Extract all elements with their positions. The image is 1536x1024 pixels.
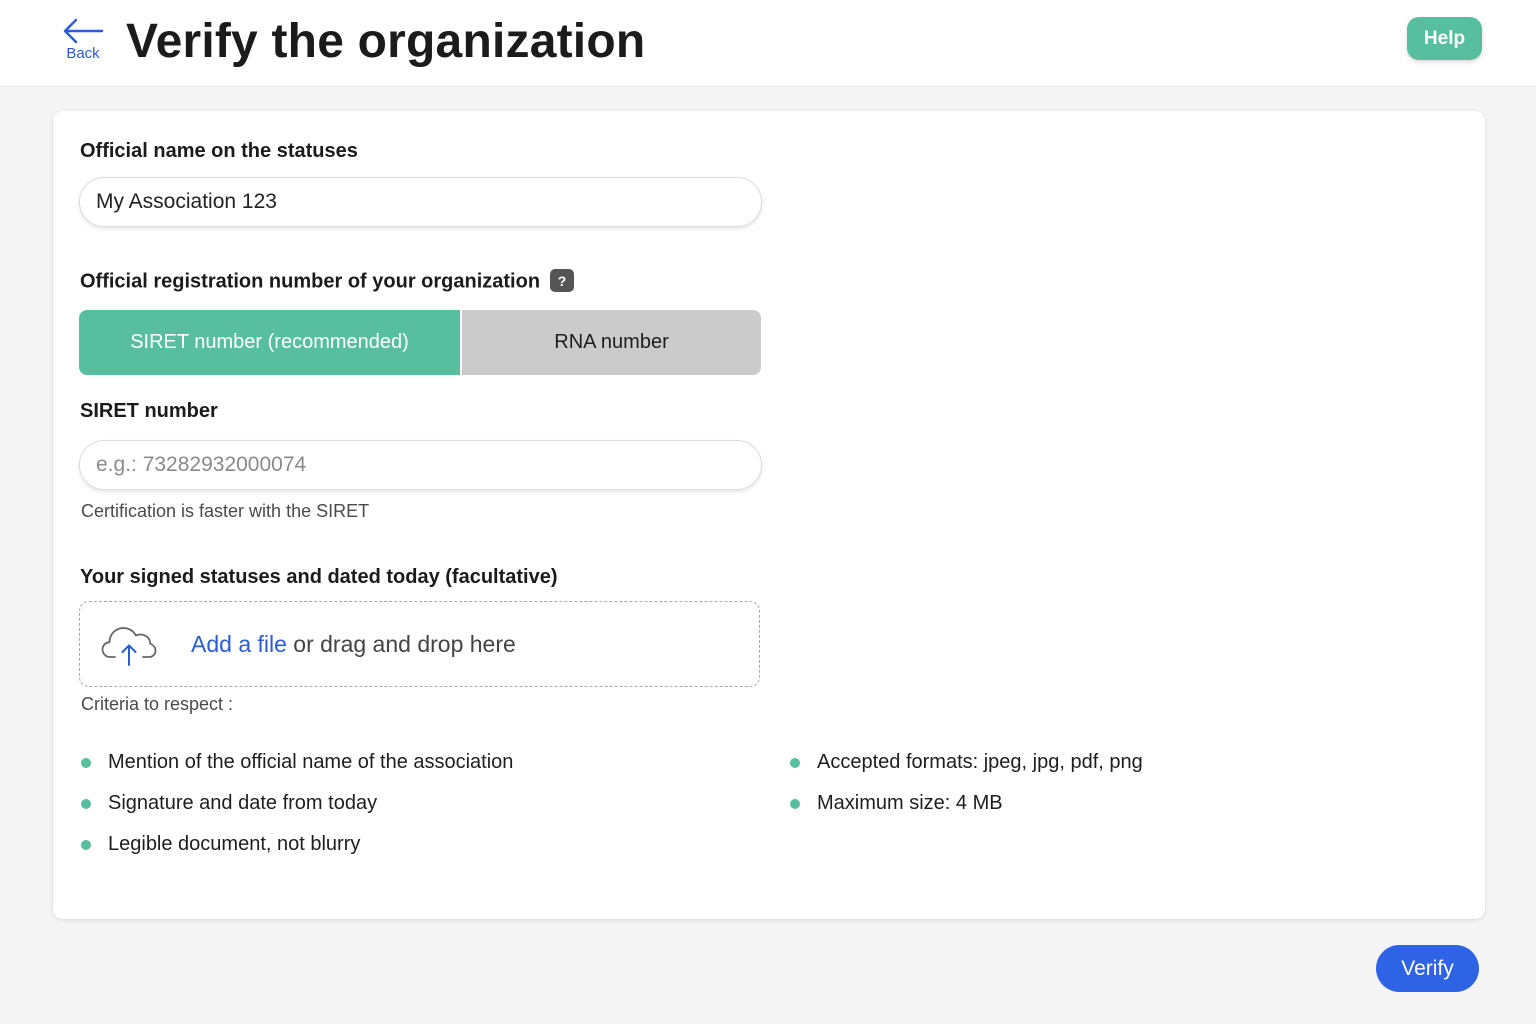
cloud-upload-icon xyxy=(101,627,157,666)
criteria-item-text: Signature and date from today xyxy=(108,792,378,814)
official-name-label: Official name on the statuses xyxy=(80,140,358,162)
file-dropzone[interactable]: Add a file or drag and drop here xyxy=(79,601,760,687)
siret-input[interactable] xyxy=(79,440,762,490)
help-question-icon[interactable]: ? xyxy=(550,269,575,292)
add-file-link[interactable]: Add a file xyxy=(191,631,287,657)
criteria-item: Legible document, not blurry xyxy=(81,833,360,856)
dropzone-text: Add a file or drag and drop here xyxy=(191,631,516,658)
rna-option-button[interactable]: RNA number xyxy=(462,310,761,375)
criteria-item: Mention of the official name of the asso… xyxy=(81,751,513,774)
criteria-item-text: Maximum size: 4 MB xyxy=(817,792,1003,814)
registration-label-text: Official registration number of your org… xyxy=(80,270,541,293)
bullet-dot xyxy=(81,839,91,850)
upload-label: Your signed statuses and dated today (fa… xyxy=(80,566,558,588)
criteria-item-text: Mention of the official name of the asso… xyxy=(108,751,514,773)
bullet-dot xyxy=(790,757,800,768)
page-title: Verify the organization xyxy=(126,15,646,68)
criteria-item: Maximum size: 4 MB xyxy=(790,792,1003,815)
back-label: Back xyxy=(66,45,100,62)
form-card: Official name on the statuses Official r… xyxy=(53,111,1485,919)
criteria-item-text: Accepted formats: jpeg, jpg, pdf, png xyxy=(817,751,1143,773)
criteria-item: Signature and date from today xyxy=(81,792,377,815)
arrow-left-icon xyxy=(63,18,104,44)
top-bar: Back Verify the organization Help xyxy=(0,0,1536,87)
dropzone-rest-text: or drag and drop here xyxy=(286,631,516,657)
bullet-dot xyxy=(790,798,800,809)
siret-option-button[interactable]: SIRET number (recommended) xyxy=(79,310,460,375)
criteria-title: Criteria to respect : xyxy=(81,694,234,714)
help-button[interactable]: Help xyxy=(1407,17,1482,60)
back-button[interactable]: Back xyxy=(58,18,108,68)
registration-type-toggle: SIRET number (recommended) RNA number xyxy=(79,310,761,375)
criteria-item: Accepted formats: jpeg, jpg, pdf, png xyxy=(790,751,1143,774)
bullet-dot xyxy=(81,757,91,768)
criteria-item-text: Legible document, not blurry xyxy=(108,833,361,855)
bullet-dot xyxy=(81,798,91,809)
siret-helper-text: Certification is faster with the SIRET xyxy=(81,501,370,521)
official-name-input[interactable] xyxy=(79,177,762,227)
verify-button[interactable]: Verify xyxy=(1376,945,1479,992)
registration-label: Official registration number of your org… xyxy=(80,269,575,294)
siret-label: SIRET number xyxy=(80,400,218,422)
